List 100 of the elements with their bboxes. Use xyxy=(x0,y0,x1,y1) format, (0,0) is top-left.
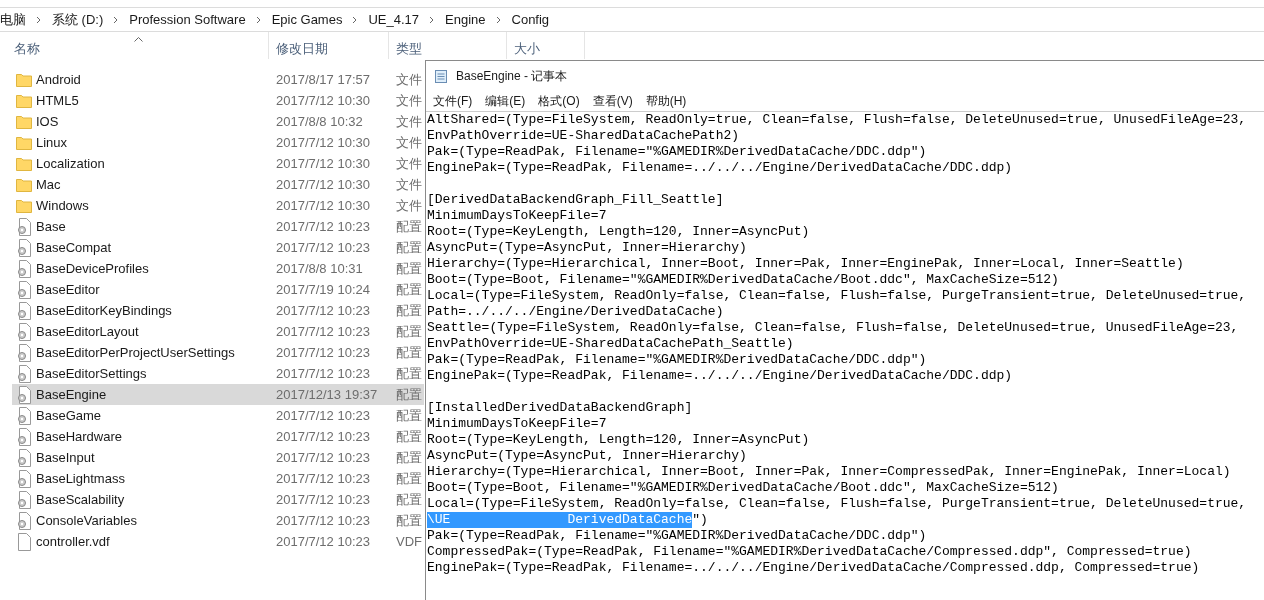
text-line: EnvPathOverride=UE-SharedDataCachePath_Seattle) xyxy=(427,336,795,352)
text-line: EnginePak=(Type=ReadPak, Filename=../../../Engine/DerivedDataCache/Compressed.ddp, Compressed=true) xyxy=(427,560,1201,576)
file-name: Android xyxy=(36,70,82,89)
file-row[interactable]: Android 2017/8/17 17:57 文件 xyxy=(12,69,424,90)
folder-icon xyxy=(16,135,32,150)
file-type: 配置 xyxy=(396,238,422,257)
file-type: 文件 xyxy=(396,175,422,194)
column-header[interactable]: 大小 xyxy=(507,32,585,59)
text-line: Pak=(Type=ReadPak, Filename="%GAMEDIR%DerivedDataCache/DDC.ddp") xyxy=(427,144,928,160)
text-line: Boot=(Type=Boot, Filename="%GAMEDIR%DerivedDataCache/Boot.ddc", MaxCacheSize=512) xyxy=(427,480,1060,496)
menu-item[interactable]: 格式(O) xyxy=(538,91,580,110)
file-date: 2017/7/12 10:30 xyxy=(276,175,371,194)
file-name: BaseGame xyxy=(36,406,103,425)
file-date: 2017/7/12 10:23 xyxy=(276,301,371,320)
breadcrumb-item[interactable]: 系统 (D:) xyxy=(52,9,104,30)
column-header[interactable]: 名称 xyxy=(0,32,269,59)
file-row[interactable]: controller.vdf 2017/7/12 10:23 VDF xyxy=(12,531,424,552)
text-line: AsyncPut=(Type=AsyncPut, Inner=Hierarchy) xyxy=(427,448,748,464)
file-row[interactable]: BaseGame 2017/7/12 10:23 配置 xyxy=(12,405,424,426)
file-type: 配置 xyxy=(396,511,422,530)
file-row[interactable]: Linux 2017/7/12 10:30 文件 xyxy=(12,132,424,153)
file-type: 配置 xyxy=(396,406,422,425)
column-header[interactable]: 修改日期 xyxy=(269,32,389,59)
file-row[interactable]: BaseCompat 2017/7/12 10:23 配置 xyxy=(12,237,424,258)
menu-item[interactable]: 文件(F) xyxy=(433,91,473,110)
breadcrumb-item[interactable]: Engine xyxy=(445,9,486,30)
breadcrumb-item[interactable]: Profession Software xyxy=(129,9,246,30)
gear-document-icon xyxy=(16,343,32,362)
file-row[interactable]: ConsoleVariables 2017/7/12 10:23 配置 xyxy=(12,510,424,531)
text-line: EnginePak=(Type=ReadPak, Filename=../../../Engine/DerivedDataCache/DDC.ddp) xyxy=(427,368,1014,384)
gear-document-icon xyxy=(16,259,32,278)
breadcrumb-item[interactable]: Epic Games xyxy=(271,9,343,30)
file-date: 2017/7/12 10:23 xyxy=(276,322,371,341)
chevron-right-icon xyxy=(429,15,436,24)
breadcrumb-item[interactable]: Config xyxy=(511,9,550,30)
file-date: 2017/7/12 10:23 xyxy=(276,427,371,446)
text-line: [DerivedDataBackendGraph_Fill_Seattle] xyxy=(427,192,725,208)
file-row[interactable]: BaseEngine 2017/12/13 19:37 配置 xyxy=(12,384,424,405)
file-row[interactable]: BaseEditorKeyBindings 2017/7/12 10:23 配置 xyxy=(12,300,424,321)
file-name: BaseScalability xyxy=(36,490,126,509)
file-type: 配置 xyxy=(396,301,422,320)
file-row[interactable]: BaseEditorLayout 2017/7/12 10:23 配置 xyxy=(12,321,424,342)
file-date: 2017/7/12 10:23 xyxy=(276,511,371,530)
chevron-right-icon xyxy=(113,15,120,24)
file-type: 配置 xyxy=(396,280,422,299)
text-line: Path=../../../Engine/DerivedDataCache) xyxy=(427,304,725,320)
breadcrumb-item[interactable]: UE_4.17 xyxy=(368,9,420,30)
text-line: Local=(Type=FileSystem, ReadOnly=false, Clean=false, Flush=false, PurgeTransient=true, DeleteUnused=true, xyxy=(427,496,1248,512)
file-name: IOS xyxy=(36,112,60,131)
file-row[interactable]: BaseInput 2017/7/12 10:23 配置 xyxy=(12,447,424,468)
file-row[interactable]: BaseEditorSettings 2017/7/12 10:23 配置 xyxy=(12,363,424,384)
chevron-right-icon xyxy=(36,15,42,24)
menu-item[interactable]: 编辑(E) xyxy=(485,91,526,110)
file-row[interactable]: BaseLightmass 2017/7/12 10:23 配置 xyxy=(12,468,424,489)
file-date: 2017/7/12 10:23 xyxy=(276,448,371,467)
file-row[interactable]: BaseDeviceProfiles 2017/8/8 10:31 配置 xyxy=(12,258,424,279)
file-row[interactable]: Mac 2017/7/12 10:30 文件 xyxy=(12,174,424,195)
file-name: Windows xyxy=(36,196,90,215)
file-name: BaseHardware xyxy=(36,427,123,446)
file-row[interactable]: IOS 2017/8/8 10:32 文件 xyxy=(12,111,424,132)
file-type: 文件 xyxy=(396,91,422,110)
text-line: Hierarchy=(Type=Hierarchical, Inner=Boot, Inner=Pak, Inner=EnginePak, Inner=Local, Inner=Seattle) xyxy=(427,256,1185,272)
file-row[interactable]: BaseHardware 2017/7/12 10:23 配置 xyxy=(12,426,424,447)
gear-document-icon xyxy=(16,322,32,341)
file-row[interactable]: Base 2017/7/12 10:23 配置 xyxy=(12,216,424,237)
file-row[interactable]: BaseEditorPerProjectUserSettings 2017/7/12 10:23 配置 xyxy=(12,342,424,363)
file-row[interactable]: HTML5 2017/7/12 10:30 文件 xyxy=(12,90,424,111)
address-bar[interactable]: 电脑 系统 (D:) Profession Software Epic Games UE_4.17 Engine Config xyxy=(0,8,1264,32)
file-date: 2017/7/12 10:23 xyxy=(276,406,371,425)
file-name: Localization xyxy=(36,154,106,173)
file-name: controller.vdf xyxy=(36,532,111,551)
file-row[interactable]: BaseScalability 2017/7/12 10:23 配置 xyxy=(12,489,424,510)
text-line: CompressedPak=(Type=ReadPak, Filename="%GAMEDIR%DerivedDataCache/Compressed.ddp", Compressed=true) xyxy=(427,544,1193,560)
file-name: BaseLightmass xyxy=(36,469,126,488)
notepad-icon xyxy=(434,68,448,83)
file-date: 2017/7/12 10:30 xyxy=(276,196,371,215)
menu-item[interactable]: 帮助(H) xyxy=(645,91,687,110)
text-line: MinimumDaysToKeepFile=7 xyxy=(427,416,608,432)
file-date: 2017/8/17 17:57 xyxy=(276,70,371,89)
file-type: 配置 xyxy=(396,427,422,446)
menu-item[interactable]: 查看(V) xyxy=(592,91,633,110)
file-row[interactable]: Windows 2017/7/12 10:30 文件 xyxy=(12,195,424,216)
text-line: Root=(Type=KeyLength, Length=120, Inner=AsyncPut) xyxy=(427,432,811,448)
column-header[interactable]: 类型 xyxy=(389,32,507,59)
breadcrumb-item[interactable]: 电脑 xyxy=(0,9,26,30)
gear-document-icon xyxy=(16,511,32,530)
file-type: 文件 xyxy=(396,154,422,173)
file-name: ConsoleVariables xyxy=(36,511,138,530)
text-line: MinimumDaysToKeepFile=7 xyxy=(427,208,608,224)
file-name: BaseEngine xyxy=(36,385,108,404)
file-row[interactable]: BaseEditor 2017/7/19 10:24 配置 xyxy=(12,279,424,300)
file-date: 2017/7/12 10:23 xyxy=(276,364,371,383)
file-name: HTML5 xyxy=(36,91,80,110)
file-type: 配置 xyxy=(396,448,422,467)
file-row[interactable]: Localization 2017/7/12 10:30 文件 xyxy=(12,153,424,174)
file-name: BaseInput xyxy=(36,448,96,467)
file-name: Mac xyxy=(36,175,62,194)
text-line: Boot=(Type=Boot, Filename="%GAMEDIR%DerivedDataCache/Boot.ddc", MaxCacheSize=512) xyxy=(427,272,1060,288)
chevron-right-icon xyxy=(255,15,262,24)
file-name: Linux xyxy=(36,133,69,152)
